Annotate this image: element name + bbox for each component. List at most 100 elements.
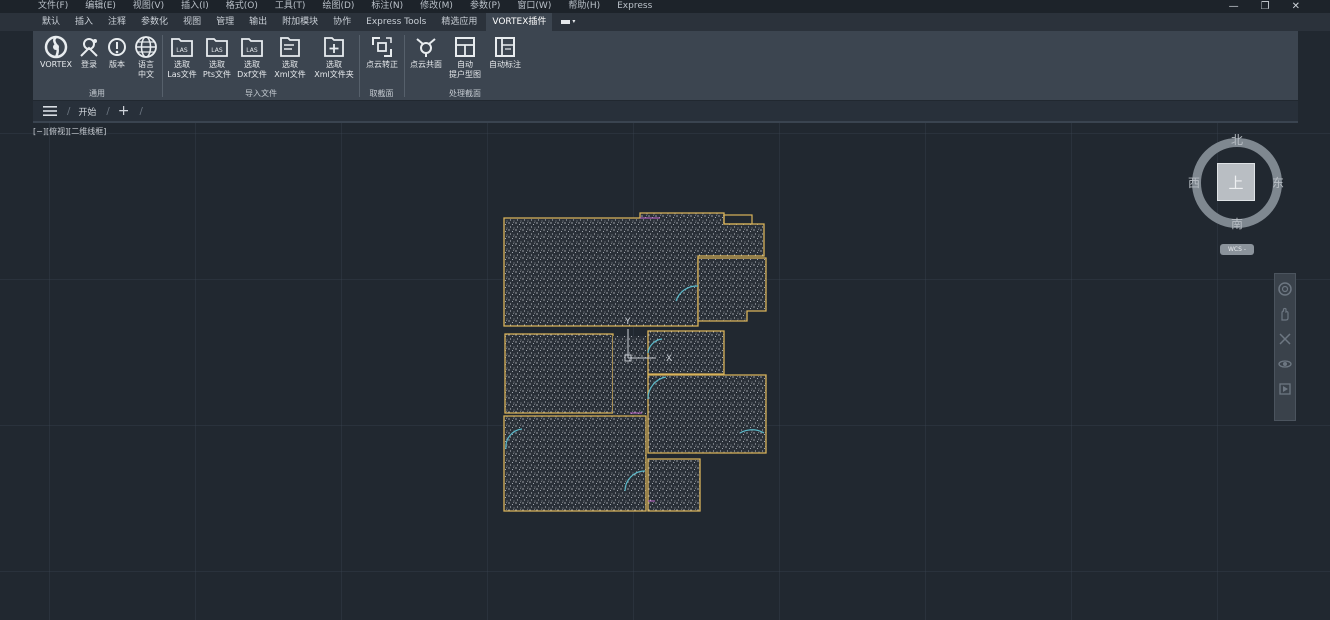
tab-divider: / [106, 105, 110, 117]
select-las-button[interactable]: LAS 选取 Las文件 [165, 34, 199, 80]
language-label-text: 语言 中文 [138, 60, 154, 79]
tab-output[interactable]: 输出 [243, 13, 273, 31]
auto-dimension-button[interactable]: 自动标注 [485, 34, 525, 70]
new-tab-button[interactable]: + [118, 103, 130, 119]
vortex-button[interactable]: VORTEX [37, 34, 75, 70]
ribbon-tab-bar: 默认 插入 注释 参数化 视图 管理 输出 附加模块 协作 Express To… [0, 13, 1330, 31]
group-title-import: 导入文件 [245, 89, 277, 98]
navigation-bar [1274, 273, 1296, 421]
auto-floorplan-label: 自动 提户型图 [449, 60, 481, 79]
svg-text:LAS: LAS [246, 47, 258, 54]
menu-modify[interactable]: 修改(M) [420, 0, 453, 13]
pan-icon[interactable] [1278, 307, 1292, 321]
tab-parametric[interactable]: 参数化 [135, 13, 174, 31]
zoom-extents-icon[interactable] [1278, 332, 1292, 346]
language-button[interactable]: 语言 中文 [132, 34, 160, 80]
menu-draw[interactable]: 绘图(D) [322, 0, 354, 13]
menu-format[interactable]: 格式(O) [226, 0, 258, 13]
compass-south[interactable]: 南 [1231, 215, 1243, 232]
tab-vortex-plugin[interactable]: VORTEX插件 [486, 13, 553, 31]
svg-text:X: X [666, 354, 672, 364]
pointcloud-align-label: 点云转正 [366, 60, 398, 69]
version-icon [104, 34, 130, 60]
pointcloud-align-icon [369, 34, 395, 60]
ribbon-group-process: 点云共面 自动 提户型图 自动标注 处理截面 [405, 31, 525, 100]
menu-express[interactable]: Express [617, 0, 652, 13]
showmotion-icon[interactable] [1278, 382, 1292, 396]
pointcloud-coplanar-button[interactable]: 点云共面 [407, 34, 445, 70]
vortex-label: VORTEX [39, 60, 73, 69]
xml-file-icon [277, 34, 303, 60]
tab-manage[interactable]: 管理 [210, 13, 240, 31]
tab-default[interactable]: 默认 [36, 13, 66, 31]
window-controls: — ❐ ✕ [1229, 0, 1300, 13]
viewcube-top-face[interactable]: 上 [1217, 163, 1255, 201]
dxf-file-icon: LAS [239, 34, 265, 60]
version-button[interactable]: 版本 [104, 34, 130, 70]
select-dxf-button[interactable]: LAS 选取 Dxf文件 [235, 34, 269, 80]
viewport-controls-label[interactable]: [−][俯视][二维线框] [33, 126, 106, 137]
xml-folder-icon [321, 34, 347, 60]
group-title-section: 取截面 [369, 89, 394, 98]
hamburger-menu-icon[interactable] [43, 106, 57, 116]
menu-tools[interactable]: 工具(T) [275, 0, 306, 13]
login-label: 登录 [81, 60, 97, 69]
login-button[interactable]: 登录 [76, 34, 102, 70]
tab-annotate[interactable]: 注释 [102, 13, 132, 31]
menu-insert[interactable]: 插入(I) [181, 0, 209, 13]
auto-floorplan-button[interactable]: 自动 提户型图 [446, 34, 484, 80]
dropdown-caret-icon: ▾ [572, 18, 576, 25]
tab-express-tools[interactable]: Express Tools [360, 13, 432, 31]
menu-window[interactable]: 窗口(W) [517, 0, 551, 13]
wcs-menu[interactable]: WCS - [1220, 244, 1254, 255]
viewcube[interactable]: 上 北 南 东 西 [1188, 133, 1288, 233]
steering-wheel-icon[interactable] [1278, 282, 1292, 296]
file-tab-bar: / 开始 / + / [33, 101, 1298, 121]
select-xml-folder-label: 选取 Xml文件夹 [314, 60, 354, 79]
tab-insert[interactable]: 插入 [69, 13, 99, 31]
language-label: 语言 中文 [138, 60, 154, 80]
restore-button[interactable]: ❐ [1261, 0, 1270, 13]
compass-north[interactable]: 北 [1231, 131, 1243, 148]
select-xml-button[interactable]: 选取 Xml文件 [271, 34, 309, 80]
select-dxf-label: 选取 Dxf文件 [237, 60, 267, 79]
pointcloud-coplanar-icon [413, 34, 439, 60]
select-pts-button[interactable]: LAS 选取 Pts文件 [200, 34, 234, 80]
svg-text:LAS: LAS [211, 47, 223, 54]
select-las-label: 选取 Las文件 [167, 60, 197, 79]
tab-addins[interactable]: 附加模块 [276, 13, 324, 31]
tab-collaborate[interactable]: 协作 [327, 13, 357, 31]
ribbon-panel: VORTEX 登录 版本 语言 中文 通用 LAS 选取 Las文件 LAS 选… [33, 31, 1298, 100]
minimize-button[interactable]: — [1229, 0, 1239, 13]
compass-east[interactable]: 东 [1272, 174, 1284, 191]
orbit-icon[interactable] [1278, 357, 1292, 371]
group-title-general: 通用 [89, 89, 105, 98]
menu-parametric[interactable]: 参数(P) [470, 0, 500, 13]
menu-dimension[interactable]: 标注(N) [371, 0, 403, 13]
close-button[interactable]: ✕ [1292, 0, 1300, 13]
ribbon-options-dropdown[interactable]: ▾ [555, 13, 581, 31]
auto-dimension-icon [492, 34, 518, 60]
tab-divider: / [139, 105, 143, 117]
select-xml-folder-button[interactable]: 选取 Xml文件夹 [311, 34, 357, 80]
tab-divider: / [67, 105, 71, 117]
ribbon-group-import: LAS 选取 Las文件 LAS 选取 Pts文件 LAS 选取 Dxf文件 选… [163, 31, 359, 100]
tab-view[interactable]: 视图 [177, 13, 207, 31]
compass-west[interactable]: 西 [1188, 174, 1200, 191]
menu-file[interactable]: 文件(F) [38, 0, 68, 13]
pointcloud-align-button[interactable]: 点云转正 [362, 34, 402, 70]
tab-featured-apps[interactable]: 精选应用 [435, 13, 483, 31]
auto-dimension-label: 自动标注 [489, 60, 521, 69]
svg-text:LAS: LAS [176, 47, 188, 54]
menu-edit[interactable]: 编辑(E) [85, 0, 116, 13]
drawing-viewport[interactable]: [−][俯视][二维线框] Y X 上 北 南 东 西 WCS - [0, 123, 1330, 620]
las-file-icon: LAS [169, 34, 195, 60]
login-icon [76, 34, 102, 60]
version-label: 版本 [109, 60, 125, 69]
svg-text:Y: Y [624, 317, 631, 327]
file-tab-start[interactable]: 开始 [78, 105, 96, 118]
menu-help[interactable]: 帮助(H) [568, 0, 600, 13]
menu-view[interactable]: 视图(V) [133, 0, 164, 13]
floorplan-icon [452, 34, 478, 60]
autocad-window: 文件(F) 编辑(E) 视图(V) 插入(I) 格式(O) 工具(T) 绘图(D… [0, 0, 1330, 620]
